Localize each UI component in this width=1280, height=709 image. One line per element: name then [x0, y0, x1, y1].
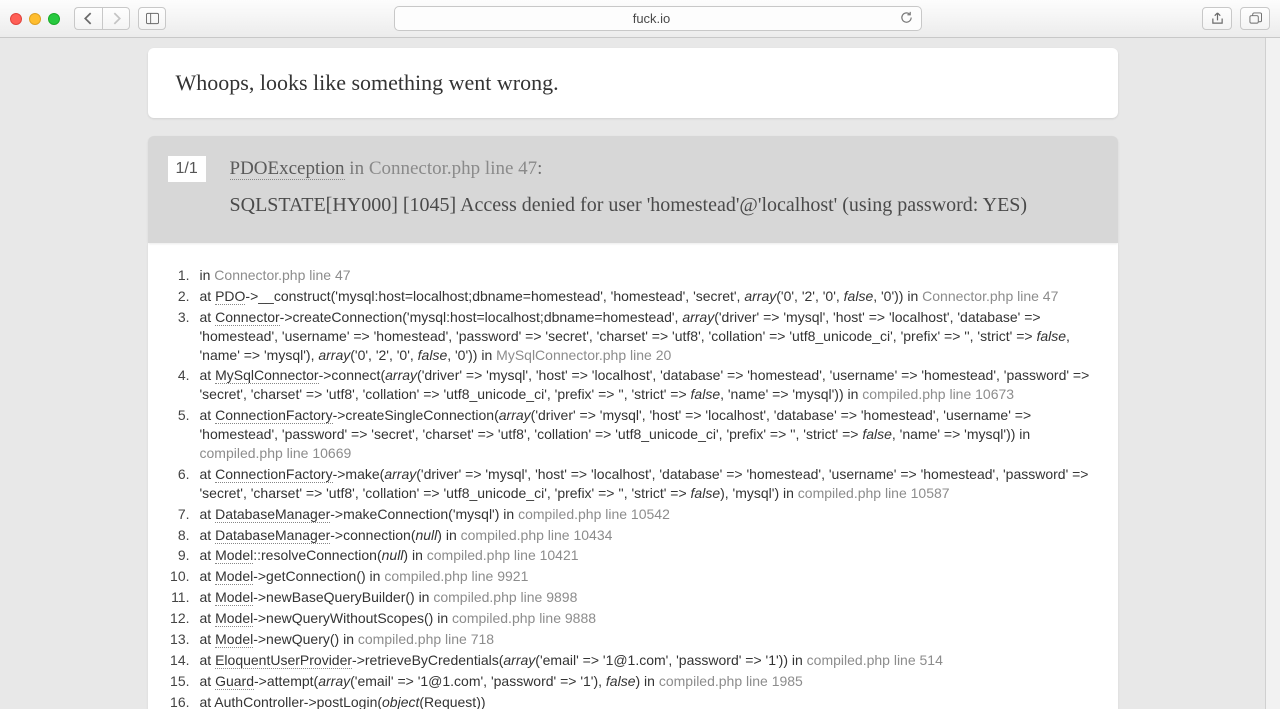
chevron-left-icon	[82, 12, 95, 25]
trace-number: 16.	[158, 693, 200, 709]
trace-number: 7.	[158, 505, 200, 524]
trace-number: 12.	[158, 609, 200, 628]
trace-text: at PDO->__construct('mysql:host=localhos…	[200, 287, 1108, 306]
error-banner: Whoops, looks like something went wrong.	[148, 48, 1118, 118]
trace-text: at ConnectionFactory->createSingleConnec…	[200, 406, 1108, 463]
url-text: fuck.io	[403, 11, 900, 26]
error-banner-title: Whoops, looks like something went wrong.	[176, 70, 1090, 96]
exception-colon: :	[537, 158, 542, 179]
reload-button[interactable]	[900, 11, 913, 27]
trace-number: 11.	[158, 588, 200, 607]
toolbar-right	[1202, 7, 1270, 30]
trace-text: at ConnectionFactory->make(array('driver…	[200, 465, 1108, 503]
window-controls	[10, 13, 60, 25]
trace-number: 15.	[158, 672, 200, 691]
trace-text: at Model::resolveConnection(null) in com…	[200, 546, 1108, 565]
trace-number: 4.	[158, 366, 200, 385]
trace-row: 13.at Model->newQuery() in compiled.php …	[158, 629, 1108, 650]
exception-name: PDOException	[230, 158, 345, 180]
trace-row: 5.at ConnectionFactory->createSingleConn…	[158, 405, 1108, 464]
trace-row: 9.at Model::resolveConnection(null) in c…	[158, 545, 1108, 566]
trace-text: at DatabaseManager->makeConnection('mysq…	[200, 505, 1108, 524]
close-window-button[interactable]	[10, 13, 22, 25]
exception-in: in	[345, 158, 369, 179]
trace-row: 6.at ConnectionFactory->make(array('driv…	[158, 464, 1108, 504]
tabs-button[interactable]	[1240, 7, 1270, 30]
forward-button[interactable]	[102, 7, 130, 30]
exception-counter: 1/1	[168, 156, 206, 182]
trace-text: at DatabaseManager->connection(null) in …	[200, 526, 1108, 545]
trace-row: 4.at MySqlConnector->connect(array('driv…	[158, 365, 1108, 405]
trace-row: 14.at EloquentUserProvider->retrieveByCr…	[158, 650, 1108, 671]
tabs-icon	[1249, 12, 1262, 25]
exception-location: Connector.php line 47	[369, 158, 537, 179]
trace-text: at AuthController->postLogin(object(Requ…	[200, 693, 1108, 709]
trace-text: at Connector->createConnection('mysql:ho…	[200, 308, 1108, 365]
trace-text: at MySqlConnector->connect(array('driver…	[200, 366, 1108, 404]
trace-text: at Model->newQueryWithoutScopes() in com…	[200, 609, 1108, 628]
sidebar-icon	[146, 12, 159, 25]
vertical-scrollbar[interactable]	[1265, 38, 1280, 709]
chevron-right-icon	[110, 12, 123, 25]
trace-text: in Connector.php line 47	[200, 266, 1108, 285]
trace-list: 1.in Connector.php line 472.at PDO->__co…	[158, 265, 1108, 709]
nav-buttons	[74, 7, 130, 30]
share-icon	[1211, 12, 1224, 25]
trace-text: at Model->newBaseQueryBuilder() in compi…	[200, 588, 1108, 607]
back-button[interactable]	[74, 7, 102, 30]
exception-header: 1/1 PDOException in Connector.php line 4…	[148, 136, 1118, 243]
trace-number: 2.	[158, 287, 200, 306]
exception-title: PDOException in Connector.php line 47:	[230, 158, 1092, 180]
share-button[interactable]	[1202, 7, 1232, 30]
trace-number: 3.	[158, 308, 200, 327]
trace-text: at Model->newQuery() in compiled.php lin…	[200, 630, 1108, 649]
trace-number: 10.	[158, 567, 200, 586]
trace-row: 10.at Model->getConnection() in compiled…	[158, 566, 1108, 587]
trace-row: 11.at Model->newBaseQueryBuilder() in co…	[158, 587, 1108, 608]
trace-row: 12.at Model->newQueryWithoutScopes() in …	[158, 608, 1108, 629]
zoom-window-button[interactable]	[48, 13, 60, 25]
trace-row: 3.at Connector->createConnection('mysql:…	[158, 307, 1108, 366]
trace-number: 9.	[158, 546, 200, 565]
stack-trace: 1.in Connector.php line 472.at PDO->__co…	[148, 243, 1118, 709]
trace-number: 14.	[158, 651, 200, 670]
trace-number: 1.	[158, 266, 200, 285]
trace-row: 8.at DatabaseManager->connection(null) i…	[158, 525, 1108, 546]
trace-text: at Model->getConnection() in compiled.ph…	[200, 567, 1108, 586]
address-bar[interactable]: fuck.io	[394, 6, 922, 31]
trace-number: 8.	[158, 526, 200, 545]
browser-toolbar: fuck.io	[0, 0, 1280, 38]
trace-row: 16.at AuthController->postLogin(object(R…	[158, 692, 1108, 709]
trace-text: at Guard->attempt(array('email' => '1@1.…	[200, 672, 1108, 691]
reload-icon	[900, 11, 913, 24]
minimize-window-button[interactable]	[29, 13, 41, 25]
page-content: Whoops, looks like something went wrong.…	[0, 38, 1265, 709]
sidebar-button[interactable]	[138, 7, 166, 30]
trace-text: at EloquentUserProvider->retrieveByCrede…	[200, 651, 1108, 670]
trace-number: 5.	[158, 406, 200, 425]
trace-row: 7.at DatabaseManager->makeConnection('my…	[158, 504, 1108, 525]
trace-number: 6.	[158, 465, 200, 484]
trace-row: 15.at Guard->attempt(array('email' => '1…	[158, 671, 1108, 692]
trace-number: 13.	[158, 630, 200, 649]
trace-row: 1.in Connector.php line 47	[158, 265, 1108, 286]
trace-row: 2.at PDO->__construct('mysql:host=localh…	[158, 286, 1108, 307]
exception-message: SQLSTATE[HY000] [1045] Access denied for…	[230, 194, 1092, 217]
